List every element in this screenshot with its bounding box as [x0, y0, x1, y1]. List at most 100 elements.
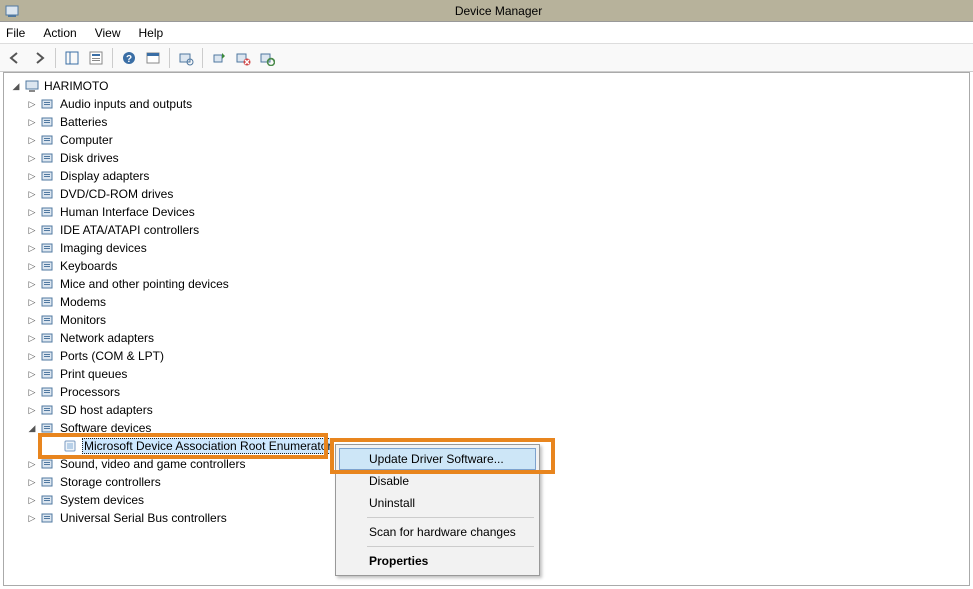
category-icon [40, 222, 56, 238]
show-hide-console-button[interactable] [61, 47, 83, 69]
category-icon [40, 204, 56, 220]
toolbar-separator [169, 48, 170, 68]
category-icon [40, 474, 56, 490]
expand-icon[interactable]: ▷ [26, 368, 38, 380]
scan-hardware-button[interactable] [175, 47, 197, 69]
menubar: File Action View Help [0, 22, 973, 44]
context-properties[interactable]: Properties [339, 550, 536, 572]
svg-text:?: ? [126, 54, 132, 65]
expand-icon[interactable]: ▷ [26, 188, 38, 200]
properties-button[interactable] [85, 47, 107, 69]
tree-category[interactable]: ▷ Audio inputs and outputs [4, 95, 969, 113]
tree-category[interactable]: ▷Imaging devices [4, 239, 969, 257]
category-icon [40, 384, 56, 400]
context-scan-hardware[interactable]: Scan for hardware changes [339, 521, 536, 543]
tree-category[interactable]: ▷Ports (COM & LPT) [4, 347, 969, 365]
category-label: Software devices [60, 421, 151, 435]
tree-category[interactable]: ▷Mice and other pointing devices [4, 275, 969, 293]
context-uninstall[interactable]: Uninstall [339, 492, 536, 514]
collapse-icon[interactable]: ◢ [10, 80, 22, 92]
toolbar-separator [112, 48, 113, 68]
update-driver-button[interactable] [208, 47, 230, 69]
category-icon [40, 96, 56, 112]
expand-icon[interactable]: ▷ [26, 224, 38, 236]
tree-category[interactable]: ▷ DVD/CD-ROM drives [4, 185, 969, 203]
tree-category[interactable]: ▷ Monitors [4, 311, 969, 329]
toolbar-button[interactable] [142, 47, 164, 69]
expand-icon[interactable]: ▷ [26, 494, 38, 506]
category-label: Processors [60, 385, 120, 399]
expand-icon[interactable]: ▷ [26, 296, 38, 308]
expand-icon[interactable]: ▷ [26, 98, 38, 110]
context-item-label: Disable [369, 474, 409, 488]
expand-icon[interactable]: ▷ [26, 242, 38, 254]
tree-category[interactable]: ▷ Display adapters [4, 167, 969, 185]
collapse-icon[interactable]: ◢ [26, 422, 38, 434]
tree-category[interactable]: ▷ Processors [4, 383, 969, 401]
back-button[interactable] [4, 47, 26, 69]
expand-icon[interactable]: ▷ [26, 386, 38, 398]
category-icon [40, 168, 56, 184]
forward-button[interactable] [28, 47, 50, 69]
tree-root-label: HARIMOTO [44, 79, 108, 93]
tree-category[interactable]: ▷ Disk drives [4, 149, 969, 167]
category-icon [40, 240, 56, 256]
category-icon [40, 456, 56, 472]
disable-button[interactable] [232, 47, 254, 69]
category-label: Batteries [60, 115, 107, 129]
category-label: Disk drives [60, 151, 119, 165]
tree-category[interactable]: ▷Modems [4, 293, 969, 311]
context-item-label: Scan for hardware changes [369, 525, 516, 539]
computer-icon [24, 78, 40, 94]
expand-icon[interactable]: ▷ [26, 152, 38, 164]
expand-icon[interactable]: ▷ [26, 512, 38, 524]
expand-icon[interactable]: ▷ [26, 170, 38, 182]
uninstall-button[interactable] [256, 47, 278, 69]
menu-view[interactable]: View [95, 26, 121, 40]
tree-category[interactable]: ▷ Batteries [4, 113, 969, 131]
titlebar: Device Manager [0, 0, 973, 22]
expand-icon[interactable]: ▷ [26, 116, 38, 128]
category-icon [40, 312, 56, 328]
context-item-label: Update Driver Software... [369, 452, 504, 466]
category-label: Storage controllers [60, 475, 161, 489]
category-label: SD host adapters [60, 403, 153, 417]
context-disable[interactable]: Disable [339, 470, 536, 492]
category-label: DVD/CD-ROM drives [60, 187, 173, 201]
tree-category[interactable]: ▷Keyboards [4, 257, 969, 275]
expand-icon[interactable]: ▷ [26, 206, 38, 218]
tree-category[interactable]: ▷Human Interface Devices [4, 203, 969, 221]
tree-category[interactable]: ▷Computer [4, 131, 969, 149]
category-label: System devices [60, 493, 144, 507]
expand-icon[interactable]: ▷ [26, 458, 38, 470]
expand-icon[interactable]: ▷ [26, 134, 38, 146]
context-update-driver[interactable]: Update Driver Software... [339, 448, 536, 470]
tree-category[interactable]: ▷IDE ATA/ATAPI controllers [4, 221, 969, 239]
toolbar: ? [0, 44, 973, 72]
category-icon [40, 510, 56, 526]
category-icon [40, 276, 56, 292]
category-label: Monitors [60, 313, 106, 327]
tree-category[interactable]: ◢ Software devices [4, 419, 969, 437]
menu-action[interactable]: Action [43, 26, 76, 40]
expand-icon[interactable]: ▷ [26, 350, 38, 362]
expand-icon[interactable]: ▷ [26, 314, 38, 326]
category-icon [40, 402, 56, 418]
expand-icon[interactable]: ▷ [26, 278, 38, 290]
tree-category[interactable]: ▷Print queues [4, 365, 969, 383]
help-button[interactable]: ? [118, 47, 140, 69]
category-label: Display adapters [60, 169, 149, 183]
menu-file[interactable]: File [6, 26, 25, 40]
expand-icon[interactable]: ▷ [26, 260, 38, 272]
category-label: Audio inputs and outputs [60, 97, 192, 111]
tree-category[interactable]: ▷Network adapters [4, 329, 969, 347]
expand-icon[interactable]: ▷ [26, 404, 38, 416]
tree-root[interactable]: ◢ HARIMOTO [4, 77, 969, 95]
menu-help[interactable]: Help [139, 26, 164, 40]
device-label: Microsoft Device Association Root Enumer… [82, 438, 333, 454]
expand-icon[interactable]: ▷ [26, 332, 38, 344]
category-icon [40, 114, 56, 130]
category-icon [40, 150, 56, 166]
expand-icon[interactable]: ▷ [26, 476, 38, 488]
tree-category[interactable]: ▷ SD host adapters [4, 401, 969, 419]
